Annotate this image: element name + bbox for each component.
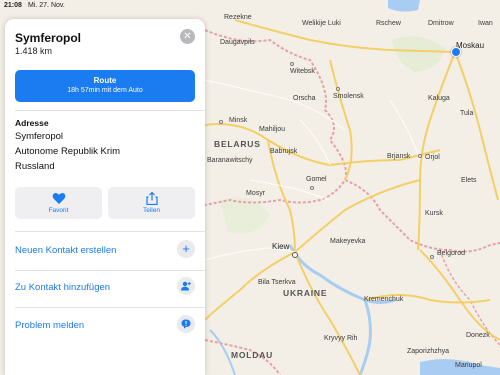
route-duration: 18h 57min mit dem Auto bbox=[67, 87, 143, 94]
city-label: Orjol bbox=[425, 154, 440, 161]
city-dot bbox=[310, 186, 314, 190]
city-label: Witebsk bbox=[290, 68, 315, 75]
add-contact-icon bbox=[177, 277, 195, 295]
city-label: Tula bbox=[460, 110, 474, 117]
city-label: Kaluga bbox=[428, 95, 450, 102]
city-label: Mahiljou bbox=[259, 126, 286, 133]
city-label: Gomel bbox=[306, 176, 327, 183]
heart-icon bbox=[52, 192, 65, 204]
new-contact-row[interactable]: Neuen Kontakt erstellen + bbox=[15, 238, 195, 264]
city-label: Mosyr bbox=[246, 190, 266, 197]
country-label-moldau: MOLDAU bbox=[231, 350, 274, 360]
distance-label: 1.418 km bbox=[15, 46, 53, 56]
status-time: 21:08 bbox=[4, 2, 22, 9]
capital-dot bbox=[292, 252, 298, 258]
city-label: Dmitrow bbox=[428, 20, 454, 27]
city-label: Kursk bbox=[425, 210, 443, 217]
new-contact-label: Neuen Kontakt erstellen bbox=[15, 245, 117, 256]
divider bbox=[15, 270, 205, 271]
city-label: Iwan bbox=[478, 20, 493, 27]
city-label: Daugavpils bbox=[220, 39, 255, 46]
city-label: Belgorod bbox=[437, 250, 466, 257]
city-dot bbox=[418, 154, 422, 158]
close-button[interactable]: ✕ bbox=[180, 29, 195, 44]
city-label: Kryvyy Rih bbox=[324, 335, 358, 342]
route-label: Route bbox=[93, 76, 117, 85]
status-bar: 21:08 Mi. 27. Nov. bbox=[0, 0, 500, 12]
add-to-contact-row[interactable]: Zu Kontakt hinzufügen bbox=[15, 275, 195, 301]
place-title: Symferopol bbox=[15, 31, 82, 45]
location-pin-icon[interactable] bbox=[451, 47, 461, 57]
city-label: Rschew bbox=[376, 20, 401, 27]
city-label: Makeyevka bbox=[330, 238, 366, 245]
city-label: Brjansk bbox=[387, 153, 411, 160]
share-button[interactable]: Teilen bbox=[108, 187, 195, 219]
city-dot bbox=[219, 120, 223, 124]
address-heading: Adresse bbox=[15, 118, 49, 128]
city-label: Elets bbox=[461, 177, 477, 184]
city-label: Babrujsk bbox=[270, 148, 298, 155]
country-label-ukraine: UKRAINE bbox=[283, 288, 328, 298]
divider bbox=[15, 231, 205, 232]
city-dot bbox=[430, 255, 434, 259]
city-label: Bila Tserkva bbox=[258, 279, 296, 286]
city-label: Donezk bbox=[466, 332, 490, 339]
plus-icon: + bbox=[177, 240, 195, 258]
route-button[interactable]: Route 18h 57min mit dem Auto bbox=[15, 70, 195, 102]
close-icon: ✕ bbox=[183, 31, 192, 42]
report-problem-icon bbox=[177, 315, 195, 333]
city-label: Zaporizhzhya bbox=[407, 348, 450, 355]
city-label: Rezekne bbox=[224, 14, 252, 21]
city-label: Mariupol bbox=[455, 362, 482, 369]
city-label: Welikije Luki bbox=[302, 20, 341, 27]
city-label: Minsk bbox=[229, 117, 248, 124]
city-label: Orscha bbox=[293, 95, 316, 102]
city-label: Kremenchuk bbox=[364, 296, 404, 303]
address-line: Autonome Republik Krim bbox=[15, 146, 121, 157]
report-problem-label: Problem melden bbox=[15, 320, 85, 331]
add-to-contact-label: Zu Kontakt hinzufügen bbox=[15, 282, 111, 293]
favorite-label: Favorit bbox=[48, 207, 69, 214]
city-label-kiew: Kiew bbox=[272, 242, 290, 251]
share-icon bbox=[145, 192, 158, 205]
address-line: Russland bbox=[15, 161, 55, 172]
country-label-belarus: BELARUS bbox=[214, 139, 261, 149]
place-card: Symferopol 1.418 km ✕ Route 18h 57min mi… bbox=[5, 19, 205, 375]
divider bbox=[15, 307, 205, 308]
city-label: Baranawitschy bbox=[207, 157, 253, 164]
divider bbox=[15, 110, 205, 111]
city-dot bbox=[336, 87, 340, 91]
share-label: Teilen bbox=[143, 207, 160, 214]
status-date: Mi. 27. Nov. bbox=[28, 2, 65, 9]
favorite-button[interactable]: Favorit bbox=[15, 187, 102, 219]
address-line: Symferopol bbox=[15, 131, 64, 142]
city-dot bbox=[290, 62, 294, 66]
report-problem-row[interactable]: Problem melden bbox=[15, 313, 195, 339]
city-label: Smolensk bbox=[333, 93, 364, 100]
